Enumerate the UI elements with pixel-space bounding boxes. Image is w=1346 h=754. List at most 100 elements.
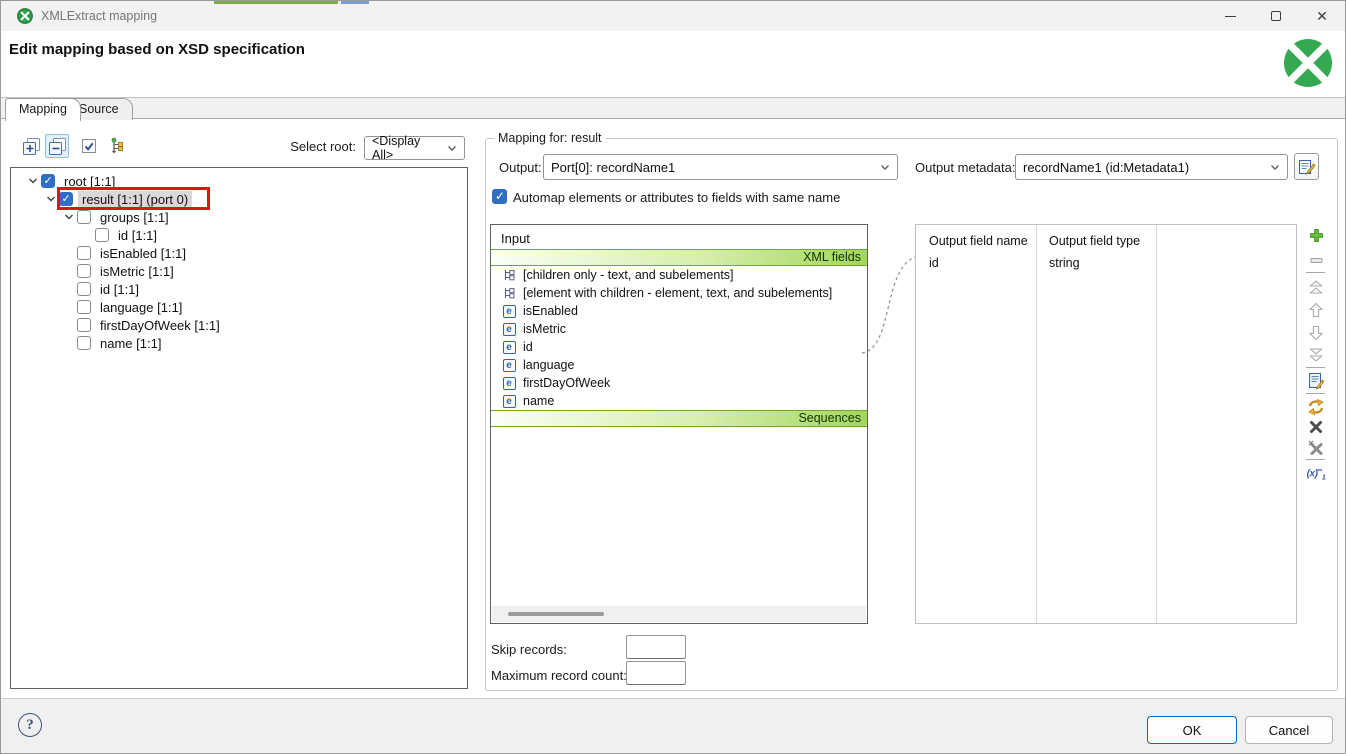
help-icon: ? [26,717,34,734]
tree-checkbox[interactable] [77,336,91,350]
expression-button[interactable]: (x)∞1 [1305,464,1327,484]
ok-button[interactable]: OK [1147,716,1237,744]
toolbar-separator [1306,367,1325,368]
expander-chevron-icon[interactable] [43,195,59,203]
tree-item-label[interactable]: firstDayOfWeek [1:1] [96,317,224,334]
xml-field-item[interactable]: e name [491,392,867,410]
collapse-all-icon [48,137,67,156]
tree-item-label[interactable]: result [1:1] (port 0) [78,191,192,208]
tree-checkbox[interactable] [77,246,91,260]
tree-item-label[interactable]: name [1:1] [96,335,165,352]
edit-document-icon [1307,372,1325,390]
tree-item-label[interactable]: isEnabled [1:1] [96,245,190,262]
output-field-name: id [929,256,939,270]
clear-mapping-button[interactable] [1305,417,1327,437]
tab-mapping[interactable]: Mapping [5,98,81,121]
move-bottom-button[interactable] [1305,345,1327,365]
cancel-button[interactable]: Cancel [1245,716,1333,744]
background-window-sliver [214,1,338,4]
expand-all-button[interactable] [19,134,43,158]
expander-chevron-icon[interactable] [61,213,77,221]
tree-checkbox[interactable] [41,174,55,188]
select-root-dropdown[interactable]: <Display All> [364,136,465,160]
expander-chevron-icon[interactable] [25,177,41,185]
skip-records-input[interactable] [626,635,686,659]
maximize-button[interactable] [1253,1,1299,31]
edit-metadata-icon [1298,158,1316,176]
tree-item-label[interactable]: isMetric [1:1] [96,263,178,280]
horizontal-scrollbar[interactable] [492,606,866,622]
input-panel-title: Input [491,225,867,249]
chevron-down-icon [447,145,457,152]
tree-checkbox[interactable] [95,228,109,242]
tree-item-label[interactable]: groups [1:1] [96,209,173,226]
tree-structure-button[interactable] [105,134,129,158]
mapping-tab-content: Select root: <Display All> root [1:1] [1,119,1345,698]
automap-checkbox[interactable] [492,189,507,204]
titlebar: XMLExtract mapping ✕ [1,1,1345,31]
subtree-icon [502,268,516,282]
move-up-button[interactable] [1305,300,1327,320]
xml-field-item[interactable]: e id [491,338,867,356]
xsd-tree: root [1:1] result [1:1] (port 0) groups … [10,167,468,689]
edit-metadata-button[interactable] [1294,153,1319,180]
xml-field-item[interactable]: e isEnabled [491,302,867,320]
close-button[interactable]: ✕ [1299,1,1345,31]
tree-checkbox[interactable] [77,282,91,296]
tree-item-label[interactable]: id [1:1] [96,281,143,298]
remove-field-button[interactable] [1305,250,1327,270]
subtree-icon [502,286,516,300]
expand-all-icon [22,137,41,156]
output-metadata-dropdown[interactable]: recordName1 (id:Metadata1) [1015,154,1288,180]
tree-item-result[interactable]: result [1:1] (port 0) [11,190,467,208]
tree-checkbox[interactable] [59,192,73,206]
output-fields-table: Output field name Output field type id s… [915,224,1297,624]
xml-field-label: isMetric [523,322,566,336]
tree-checkbox[interactable] [77,210,91,224]
tree-item-label[interactable]: language [1:1] [96,299,186,316]
tree-item-name[interactable]: name [1:1] [11,334,467,352]
xml-field-item[interactable]: [children only - text, and subelements] [491,266,867,284]
chevron-down-icon [1270,164,1280,171]
xml-field-item[interactable]: [element with children - element, text, … [491,284,867,302]
output-port-dropdown[interactable]: Port[0]: recordName1 [543,154,898,180]
toolbar-separator [1306,393,1325,394]
tree-item-label[interactable]: id [1:1] [114,227,161,244]
move-top-button[interactable] [1305,277,1327,297]
select-root-value: <Display All> [372,134,442,162]
minimize-button[interactable] [1207,1,1253,31]
clear-all-mappings-button[interactable] [1305,438,1327,458]
help-button[interactable]: ? [18,713,42,737]
element-icon: e [502,340,516,354]
tree-checkbox[interactable] [77,300,91,314]
element-icon: e [502,304,516,318]
tree-item-isMetric[interactable]: isMetric [1:1] [11,262,467,280]
max-record-count-input[interactable] [626,661,686,685]
scrollbar-thumb[interactable] [508,612,604,616]
tree-item-firstDayOfWeek[interactable]: firstDayOfWeek [1:1] [11,316,467,334]
xml-field-item[interactable]: e language [491,356,867,374]
tree-checkbox[interactable] [77,264,91,278]
xml-field-item[interactable]: e isMetric [491,320,867,338]
tree-checkbox[interactable] [77,318,91,332]
tree-item-id[interactable]: id [1:1] [11,280,467,298]
xml-field-item[interactable]: e firstDayOfWeek [491,374,867,392]
skip-records-label: Skip records: [491,642,567,657]
arrow-down-icon [1307,324,1325,342]
automap-button[interactable] [1305,397,1327,417]
tree-item-isEnabled[interactable]: isEnabled [1:1] [11,244,467,262]
edit-selected-metadata-button[interactable] [1305,371,1327,391]
check-subtree-button[interactable] [77,134,101,158]
tree-item-language[interactable]: language [1:1] [11,298,467,316]
add-field-button[interactable] [1305,225,1327,245]
move-down-button[interactable] [1305,323,1327,343]
automap-label: Automap elements or attributes to fields… [513,190,840,205]
minus-icon [1308,252,1325,269]
tree-item-groups-id[interactable]: id [1:1] [11,226,467,244]
double-chevron-up-icon [1307,278,1325,296]
tree-item-groups[interactable]: groups [1:1] [11,208,467,226]
tree-item-root[interactable]: root [1:1] [11,172,467,190]
tree-item-label[interactable]: root [1:1] [60,173,119,190]
window-title: XMLExtract mapping [41,9,157,23]
collapse-all-button[interactable] [45,134,69,158]
